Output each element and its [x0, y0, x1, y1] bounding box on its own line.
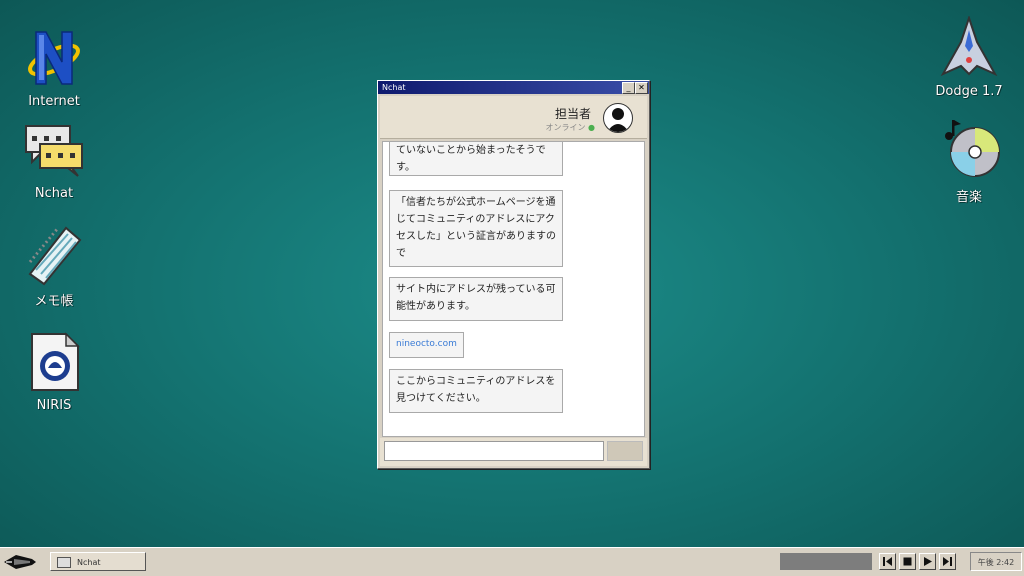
chat-input-area	[380, 438, 647, 466]
desktop-icon-label: メモ帳	[34, 294, 74, 309]
taskbar-clock: 午後 2:42	[970, 552, 1022, 571]
previous-icon	[883, 557, 892, 566]
chat-message-link[interactable]: nineocto.com	[389, 332, 464, 358]
play-button[interactable]	[919, 553, 936, 570]
taskbar: Nchat 午後 2:42	[0, 547, 1024, 576]
desktop-icon-dodge[interactable]: Dodge 1.7	[924, 16, 1014, 99]
stop-icon	[903, 557, 912, 566]
agent-name: 担当者	[554, 107, 591, 121]
minimize-button[interactable]: _	[622, 82, 635, 94]
avatar	[603, 103, 633, 133]
online-dot-icon: ●	[588, 123, 595, 132]
chat-message: サイト内にアドレスが残っている可能性があります。	[389, 277, 563, 321]
desktop-icon-label: Dodge 1.7	[935, 84, 1003, 99]
chat-message: 「信者たちが公式ホームページを通じてコミュニティのアドレスにアクセスした」という…	[389, 190, 563, 267]
desktop-icon-label: NIRIS	[36, 398, 72, 413]
niris-document-icon	[22, 330, 86, 394]
spaceship-start-icon	[4, 555, 36, 569]
desktop-icon-label: Internet	[28, 94, 80, 109]
next-button[interactable]	[939, 553, 956, 570]
desktop-icon-music[interactable]: 音楽	[924, 118, 1014, 205]
chat-message: ていないことから始まったそうです。	[389, 142, 563, 176]
previous-button[interactable]	[879, 553, 896, 570]
desktop-icon-nchat[interactable]: Nchat	[9, 118, 99, 201]
taskbar-item-nchat[interactable]: Nchat	[50, 552, 146, 571]
agent-status: オンライン ●	[545, 122, 595, 133]
desktop-icon-label: Nchat	[34, 186, 74, 201]
taskbar-item-label: Nchat	[77, 558, 101, 567]
desktop-icon-notepad[interactable]: メモ帳	[9, 222, 99, 309]
chat-input[interactable]	[384, 441, 604, 461]
music-cd-icon	[937, 118, 1001, 182]
desktop-icon-internet[interactable]: Internet	[9, 26, 99, 109]
chat-message: ここからコミュニティのアドレスを見つけてください。	[389, 369, 563, 413]
agent-status-text: オンライン	[545, 123, 586, 132]
chat-header: 担当者 オンライン ●	[380, 96, 647, 139]
music-progress-bar[interactable]	[780, 553, 872, 570]
stop-button[interactable]	[899, 553, 916, 570]
start-button[interactable]	[2, 551, 38, 573]
message-list[interactable]: ていないことから始まったそうです。 「信者たちが公式ホームページを通じてコミュニ…	[382, 141, 645, 437]
chat-bubbles-icon	[22, 118, 86, 182]
internet-icon	[22, 26, 86, 90]
desktop-icon-niris[interactable]: NIRIS	[9, 330, 99, 413]
notepad-icon	[22, 222, 86, 286]
next-icon	[943, 557, 952, 566]
desktop-icon-label: 音楽	[955, 190, 982, 205]
close-button[interactable]: ✕	[635, 82, 648, 94]
nchat-window: Nchat _ ✕ 担当者 オンライン ● ていないことから始まったそうです。 …	[377, 80, 650, 469]
play-icon	[924, 557, 932, 566]
send-button[interactable]	[607, 441, 643, 461]
window-title: Nchat	[382, 83, 406, 92]
user-silhouette-icon	[607, 108, 629, 132]
window-icon	[57, 557, 71, 568]
spaceship-icon	[937, 16, 1001, 80]
window-titlebar[interactable]: Nchat _ ✕	[378, 81, 649, 94]
